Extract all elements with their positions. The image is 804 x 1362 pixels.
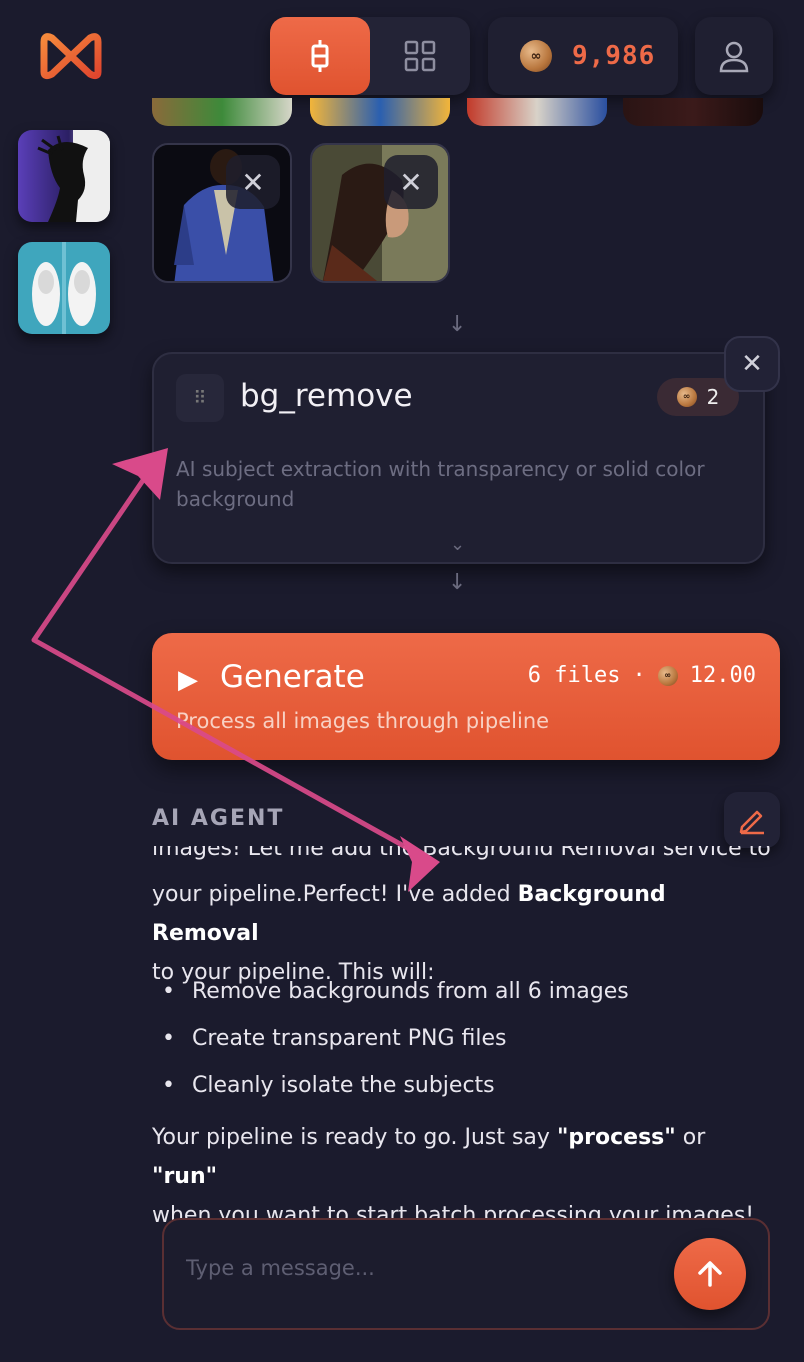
close-icon: ✕	[399, 165, 423, 199]
agent-message-partial: images! Let me add the Background Remova…	[152, 846, 772, 868]
input-image-card[interactable]: ✕	[310, 143, 450, 283]
meta-separator: ·	[632, 663, 646, 688]
generate-subtitle: Process all images through pipeline	[176, 709, 550, 733]
infinity-logo-icon	[40, 33, 102, 80]
coin-icon: ∞	[657, 665, 678, 686]
portrait-image	[18, 130, 110, 222]
input-image-card[interactable]: ✕	[152, 143, 292, 283]
pipeline-node-bg-remove[interactable]: ⠿ bg_remove ∞ 2 AI subject extraction wi…	[152, 352, 765, 564]
coin-icon: ∞	[520, 40, 552, 72]
grid-view-button[interactable]	[370, 17, 470, 95]
pipeline-icon	[311, 40, 329, 72]
sneakers-image	[18, 242, 110, 334]
edit-button[interactable]	[724, 792, 780, 848]
credits-balance[interactable]: ∞ 9,986	[488, 17, 678, 95]
arrow-up-icon	[698, 1261, 722, 1287]
node-cost-value: 2	[706, 385, 720, 409]
input-image-thumbnail[interactable]	[310, 98, 450, 126]
node-title: bg_remove	[240, 378, 413, 414]
play-icon: ▶	[178, 665, 198, 695]
input-image-thumbnail[interactable]	[623, 98, 763, 126]
input-image-thumbnail[interactable]	[152, 98, 292, 126]
agent-message-text: your pipeline.Perfect! I've added	[152, 882, 518, 907]
node-description: AI subject extraction with transparency …	[176, 457, 705, 511]
view-toggle	[270, 17, 470, 95]
generate-button[interactable]: ▶ Generate 6 files · ∞ 12.00 Process all…	[152, 633, 780, 760]
send-button[interactable]	[674, 1238, 746, 1310]
coin-icon: ∞	[676, 387, 697, 407]
file-count: 6 files	[527, 663, 621, 688]
project-thumbnail-sneakers[interactable]	[18, 242, 110, 334]
generate-title: Generate	[220, 659, 365, 695]
agent-message-bold: "process"	[556, 1125, 676, 1150]
agent-message-text: or	[675, 1125, 706, 1150]
grid-icon	[404, 40, 436, 72]
expand-chevron-icon[interactable]: ⌄	[450, 534, 465, 555]
agent-message-bold: "run"	[152, 1164, 218, 1189]
close-icon: ✕	[741, 349, 763, 379]
flow-arrow-icon: ↓	[448, 312, 467, 337]
profile-button[interactable]	[695, 17, 773, 95]
pencil-icon	[739, 810, 764, 835]
close-icon: ✕	[241, 165, 265, 199]
credits-value: 9,986	[572, 41, 656, 71]
flow-arrow-icon: ↓	[448, 570, 467, 595]
project-thumbnail-portrait[interactable]	[18, 130, 110, 222]
list-item: Cleanly isolate the subjects	[162, 1062, 762, 1109]
pipeline-view-button[interactable]	[270, 17, 370, 95]
remove-image-button[interactable]: ✕	[226, 155, 280, 209]
list-item: Create transparent PNG files	[162, 1015, 762, 1062]
remove-image-button[interactable]: ✕	[384, 155, 438, 209]
agent-message-text: Your pipeline is ready to go. Just say	[152, 1125, 557, 1150]
remove-node-button[interactable]: ✕	[724, 336, 780, 392]
message-input[interactable]	[186, 1248, 646, 1288]
app-logo[interactable]	[36, 28, 106, 84]
generate-meta: 6 files · ∞ 12.00	[528, 663, 756, 688]
generate-cost: 12.00	[689, 663, 756, 688]
drag-handle-icon[interactable]: ⠿	[176, 374, 224, 422]
agent-section-label: AI AGENT	[152, 806, 285, 831]
agent-bullet-list: Remove backgrounds from all 6 images Cre…	[162, 968, 762, 1109]
list-item: Remove backgrounds from all 6 images	[162, 968, 762, 1015]
agent-message-line: images! Let me add the Background Remova…	[152, 846, 771, 861]
user-icon	[719, 41, 749, 73]
input-image-thumbnail[interactable]	[467, 98, 607, 126]
